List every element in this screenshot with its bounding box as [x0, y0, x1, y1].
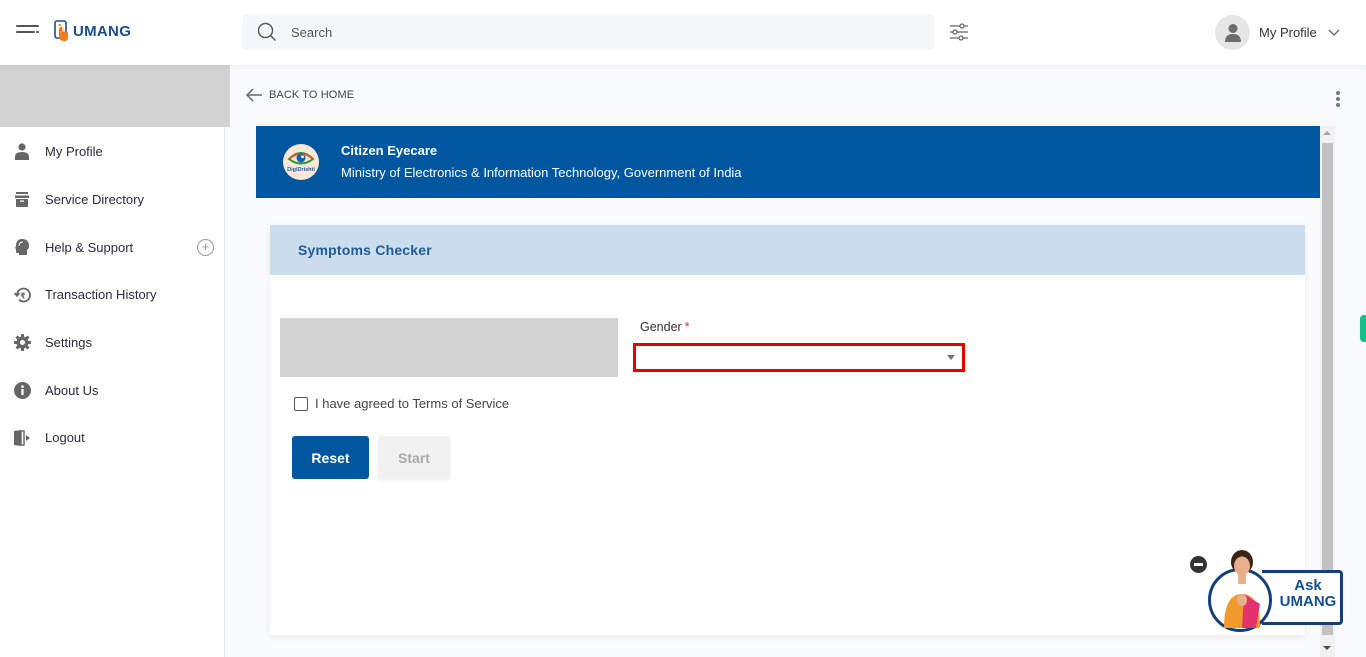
- avatar: [1215, 15, 1250, 50]
- sidebar-item-label: My Profile: [45, 144, 103, 160]
- chatbot-label: Ask UMANG: [1274, 578, 1342, 610]
- terms-agreement[interactable]: I have agreed to Terms of Service: [294, 396, 509, 411]
- logout-icon: [13, 429, 31, 447]
- profile-label: My Profile: [1259, 25, 1317, 40]
- umang-logo[interactable]: UMANG: [54, 20, 131, 42]
- back-to-home-link[interactable]: BACK TO HOME: [246, 88, 354, 102]
- sidebar-item-transaction-history[interactable]: ₹ Transaction History: [0, 271, 225, 319]
- user-icon: [1224, 23, 1241, 42]
- app-name: UMANG: [73, 22, 132, 40]
- digidrishti-logo-text: DigiDrishti: [287, 167, 315, 173]
- svg-text:₹: ₹: [20, 291, 26, 300]
- info-icon: [13, 381, 31, 399]
- sidebar-item-label: About Us: [45, 382, 99, 398]
- profile-menu[interactable]: My Profile: [1215, 15, 1340, 50]
- sidebar-item-help-support[interactable]: Help & Support +: [0, 223, 225, 271]
- sidebar-item-label: Help & Support: [45, 239, 134, 255]
- archive-icon: [13, 191, 31, 209]
- chatbot-assistant-avatar-icon: [1224, 550, 1260, 628]
- service-frame: DigiDrishti Citizen Eyecare Ministry of …: [256, 126, 1320, 657]
- rupee-history-icon: ₹: [13, 286, 31, 304]
- scroll-down-arrow-icon[interactable]: [1323, 646, 1331, 650]
- sidebar-nav: My Profile Service Directory Help & Supp…: [0, 128, 225, 462]
- image-placeholder: [280, 318, 618, 377]
- start-button[interactable]: Start: [378, 436, 450, 479]
- search-bar[interactable]: [242, 14, 934, 50]
- gender-label: Gender *: [640, 320, 690, 334]
- chatbot-label-line1: Ask: [1294, 577, 1322, 594]
- card-header: Symptoms Checker: [270, 225, 1305, 275]
- feedback-tab[interactable]: [1360, 315, 1366, 342]
- scroll-up-arrow-icon[interactable]: [1323, 131, 1331, 135]
- reset-button[interactable]: Reset: [292, 436, 369, 479]
- terms-label: I have agreed to Terms of Service: [315, 396, 510, 411]
- top-header: UMANG My Profile: [0, 0, 1366, 65]
- symptoms-checker-card: Symptoms Checker Gender * I have agreed t…: [270, 225, 1305, 635]
- chevron-down-icon: [1328, 29, 1340, 36]
- digidrishti-logo-icon: DigiDrishti: [283, 144, 319, 180]
- gear-icon: [13, 334, 31, 352]
- terms-checkbox[interactable]: [294, 396, 308, 411]
- menu-icon[interactable]: [16, 25, 39, 41]
- more-options-icon[interactable]: [1335, 91, 1341, 107]
- sidebar-item-label: Settings: [45, 335, 92, 351]
- back-to-home-label: BACK TO HOME: [269, 89, 355, 101]
- gender-select[interactable]: [633, 343, 965, 372]
- department-header: DigiDrishti Citizen Eyecare Ministry of …: [256, 126, 1320, 198]
- gender-label-text: Gender: [640, 320, 682, 334]
- sidebar-item-settings[interactable]: Settings: [0, 319, 225, 367]
- card-title: Symptoms Checker: [298, 242, 432, 258]
- chatbot-minimize-icon[interactable]: [1190, 556, 1207, 573]
- sidebar: My Profile Service Directory Help & Supp…: [0, 50, 230, 657]
- dropdown-caret-icon: [947, 355, 955, 360]
- sidebar-item-label: Transaction History: [45, 287, 157, 303]
- department-subtitle: Ministry of Electronics & Information Te…: [341, 165, 742, 180]
- headset-icon: [13, 238, 31, 256]
- search-input[interactable]: [291, 24, 891, 40]
- sidebar-item-about-us[interactable]: About Us: [0, 366, 225, 414]
- department-title: Citizen Eyecare: [341, 143, 438, 158]
- sidebar-item-label: Logout: [45, 430, 85, 446]
- ask-umang-chatbot[interactable]: Ask UMANG: [1190, 548, 1346, 632]
- filter-sliders-icon[interactable]: [949, 22, 969, 42]
- sidebar-item-logout[interactable]: Logout: [0, 414, 225, 462]
- arrow-left-icon: [246, 88, 262, 102]
- required-asterisk: *: [684, 320, 690, 334]
- sidebar-item-my-profile[interactable]: My Profile: [0, 128, 225, 176]
- user-icon: [13, 143, 31, 161]
- chatbot-label-line2: UMANG: [1279, 593, 1337, 610]
- sidebar-item-label: Service Directory: [45, 192, 144, 208]
- expand-plus-icon[interactable]: +: [197, 238, 214, 256]
- search-icon: [257, 22, 276, 41]
- umang-logo-icon: [54, 20, 68, 41]
- sidebar-item-service-directory[interactable]: Service Directory: [0, 176, 225, 224]
